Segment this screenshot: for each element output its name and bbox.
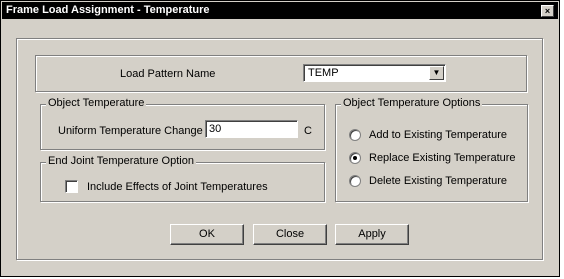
chevron-down-icon[interactable]: ▼ [429, 66, 444, 80]
load-pattern-panel [35, 55, 527, 92]
window-title: Frame Load Assignment - Temperature [6, 4, 210, 16]
delete-temperature-radio[interactable] [349, 175, 361, 187]
uniform-temperature-input[interactable]: 30 [205, 120, 298, 138]
temperature-options-legend: Object Temperature Options [341, 97, 483, 109]
temperature-unit: C [304, 125, 312, 137]
object-temperature-legend: Object Temperature [46, 97, 147, 109]
load-pattern-value: TEMP [308, 67, 339, 79]
add-temperature-radio[interactable] [349, 129, 361, 141]
joint-temperature-label: Include Effects of Joint Temperatures [87, 181, 268, 193]
dialog-window: Frame Load Assignment - Temperature × Lo… [0, 0, 560, 277]
close-button[interactable]: Close [253, 224, 327, 245]
ok-button[interactable]: OK [170, 224, 244, 245]
title-bar[interactable]: Frame Load Assignment - Temperature × [2, 2, 558, 19]
replace-temperature-radio[interactable] [349, 152, 361, 164]
replace-temperature-label: Replace Existing Temperature [369, 152, 516, 164]
uniform-temperature-label: Uniform Temperature Change [58, 125, 203, 137]
joint-temperature-checkbox[interactable] [65, 180, 78, 193]
delete-temperature-label: Delete Existing Temperature [369, 175, 507, 187]
add-temperature-label: Add to Existing Temperature [369, 129, 507, 141]
load-pattern-label: Load Pattern Name [120, 68, 216, 80]
close-icon[interactable]: × [541, 5, 554, 17]
apply-button[interactable]: Apply [335, 224, 409, 245]
load-pattern-dropdown[interactable]: TEMP ▼ [303, 64, 446, 82]
end-joint-legend: End Joint Temperature Option [46, 155, 196, 167]
radio-selected-dot [353, 156, 357, 160]
